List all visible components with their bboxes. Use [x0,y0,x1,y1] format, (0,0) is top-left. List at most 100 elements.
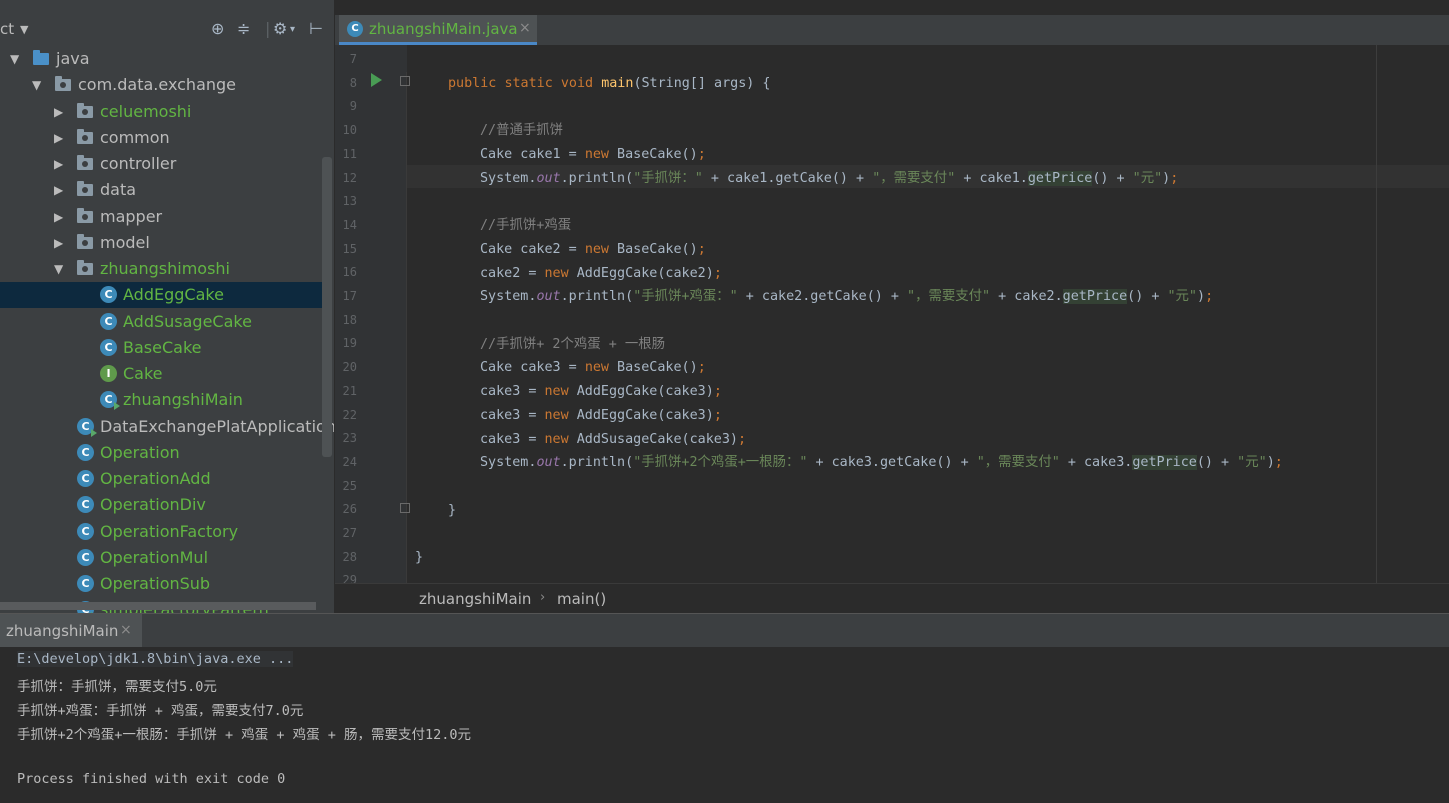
line-number: 24 [342,454,357,469]
project-horizontal-scrollbar[interactable] [0,602,316,610]
java-class-icon: C [100,286,117,303]
line-number: 27 [342,526,357,540]
code-line-28: } [415,550,424,565]
tree-item-controller[interactable]: ▶ controller [0,151,322,177]
code-line-15: Cake cake2 = new BaseCake(); [480,241,706,257]
fold-end-marker-icon[interactable] [400,503,410,513]
expanded-arrow-icon[interactable]: ▼ [32,72,41,98]
breadcrumb: zhuangshiMain › main() [335,583,1449,613]
package-icon [77,234,93,249]
collapsed-arrow-icon[interactable]: ▶ [54,99,63,125]
code-line-21: cake3 = new AddEggCake(cake3); [480,384,722,400]
project-scrollbar[interactable] [322,157,332,457]
collapsed-arrow-icon[interactable]: ▶ [54,230,63,256]
run-main-icon[interactable] [371,73,382,87]
hide-panel-icon[interactable]: ⊢ [309,19,323,38]
tree-item-Cake[interactable]: I Cake [0,361,322,387]
console-exit-line: Process finished with exit code 0 [17,771,286,787]
line-number: 7 [349,52,357,66]
source-folder-icon [33,50,49,65]
tree-item-label: DataExchangePlatApplication [100,417,334,436]
tree-item-data[interactable]: ▶ data [0,177,322,203]
tree-item-label: com.data.exchange [78,75,237,94]
collapsed-arrow-icon[interactable]: ▶ [54,125,63,151]
line-number: 13 [342,194,357,209]
line-number: 9 [349,99,357,114]
editor-tab-bar: C zhuangshiMain.java × [335,15,1449,45]
line-gutter: 7 8 9 10 11 12 13 14 15 16 17 18 19 20 21 22 23 24 25 26 27 2… [335,45,407,587]
code-line-23: cake3 = new AddSusageCake(cake3); [480,431,747,447]
tree-item-Operation[interactable]: C Operation [0,440,322,466]
collapsed-arrow-icon[interactable]: ▶ [54,177,63,203]
run-tab-zhuangshiMain[interactable]: zhuangshiMain × [0,614,142,647]
line-number: 28 [342,549,357,564]
tree-item-OperationMul[interactable]: C OperationMul [0,545,322,571]
line-number: 25 [342,478,357,493]
code-line-14: //手抓饼+鸡蛋 [480,218,572,234]
line-number: 15 [342,241,357,256]
tree-item-zhuangshimoshi[interactable]: ▼ zhuangshimoshi [0,256,322,282]
tree-item-OperationAdd[interactable]: C OperationAdd [0,466,322,492]
tree-item-AddEggCake[interactable]: C AddEggCake [0,282,322,308]
code-line-20: Cake cake3 = new BaseCake(); [480,360,706,376]
line-number: 16 [342,265,357,280]
tree-item-common[interactable]: ▶ common [0,125,322,151]
fold-marker-icon[interactable] [400,76,410,86]
project-panel: ct ▼ ⊕ ≑ | ⚙ ▾ ⊢ ▼ java ▼ com.data.exchange… [0,0,334,613]
tab-close-icon[interactable]: × [519,20,531,36]
line-number: 19 [342,336,357,351]
settings-dropdown-icon[interactable]: ▾ [290,24,295,35]
java-class-icon: C [77,575,94,592]
tree-item-label: data [100,180,137,199]
package-icon [77,129,93,144]
tree-item-OperationSub[interactable]: C OperationSub [0,571,322,597]
console-output-line: 手抓饼+2个鸡蛋+一根肠：手抓饼 + 鸡蛋 + 鸡蛋 + 肠，需要支付12.0元 [17,727,472,743]
code-line-11: Cake cake1 = new BaseCake(); [480,147,706,163]
project-panel-title: ct [0,20,15,38]
tree-item-mapper[interactable]: ▶ mapper [0,204,322,230]
collapsed-arrow-icon[interactable]: ▶ [54,151,63,177]
package-icon [77,155,93,170]
tree-item-model[interactable]: ▶ model [0,230,322,256]
code-line-10: //普通手抓饼 [480,123,564,139]
tree-item-com.data.exchange[interactable]: ▼ com.data.exchange [0,72,322,98]
tab-zhuangshiMain-java[interactable]: C zhuangshiMain.java × [339,15,537,45]
line-number: 26 [342,502,357,517]
tree-item-OperationFactory[interactable]: C OperationFactory [0,519,322,545]
tree-item-label: Cake [123,364,163,383]
tree-item-AddSusageCake[interactable]: C AddSusageCake [0,309,322,335]
tree-item-celuemoshi[interactable]: ▶ celuemoshi [0,99,322,125]
breadcrumb-method[interactable]: main() [557,590,606,608]
console-output-line: 手抓饼：手抓饼，需要支付5.0元 [17,679,217,695]
collapse-all-icon[interactable]: ≑ [237,19,250,38]
console-output-line: 手抓饼+鸡蛋：手抓饼 + 鸡蛋，需要支付7.0元 [17,703,304,719]
tree-item-DataExchangePlatApplication[interactable]: C DataExchangePlatApplication [0,414,334,440]
tree-item-label: java [56,49,90,68]
locate-icon[interactable]: ⊕ [211,19,224,38]
line-number: 20 [342,360,357,375]
code-line-24: System.out.println("手抓饼+2个鸡蛋+一根肠：" + cak… [480,455,1283,471]
package-icon [77,260,93,275]
settings-gear-icon[interactable]: ⚙ [273,19,287,38]
line-number: 21 [342,383,357,398]
breadcrumb-class[interactable]: zhuangshiMain [419,590,531,608]
tree-item-label: AddEggCake [123,285,224,304]
right-margin-guide [1376,45,1377,583]
view-dropdown-icon[interactable]: ▼ [20,23,28,36]
tree-item-zhuangshiMain[interactable]: CzhuangshiMain [0,387,322,413]
tree-item-java[interactable]: ▼ java [0,46,322,72]
java-class-icon: C [77,444,94,461]
java-class-icon: C [77,470,94,487]
code-line-16: cake2 = new AddEggCake(cake2); [480,265,722,281]
collapsed-arrow-icon[interactable]: ▶ [54,204,63,230]
java-class-icon: C [77,496,94,513]
tree-item-label: zhuangshimoshi [100,259,230,278]
java-class-icon: C [77,549,94,566]
tree-item-label: Operation [100,443,180,462]
run-tab-close-icon[interactable]: × [120,622,132,638]
tree-item-BaseCake[interactable]: C BaseCake [0,335,322,361]
expanded-arrow-icon[interactable]: ▼ [54,256,63,282]
line-number: 23 [342,431,357,446]
expanded-arrow-icon[interactable]: ▼ [10,46,19,72]
tree-item-OperationDiv[interactable]: C OperationDiv [0,492,322,518]
